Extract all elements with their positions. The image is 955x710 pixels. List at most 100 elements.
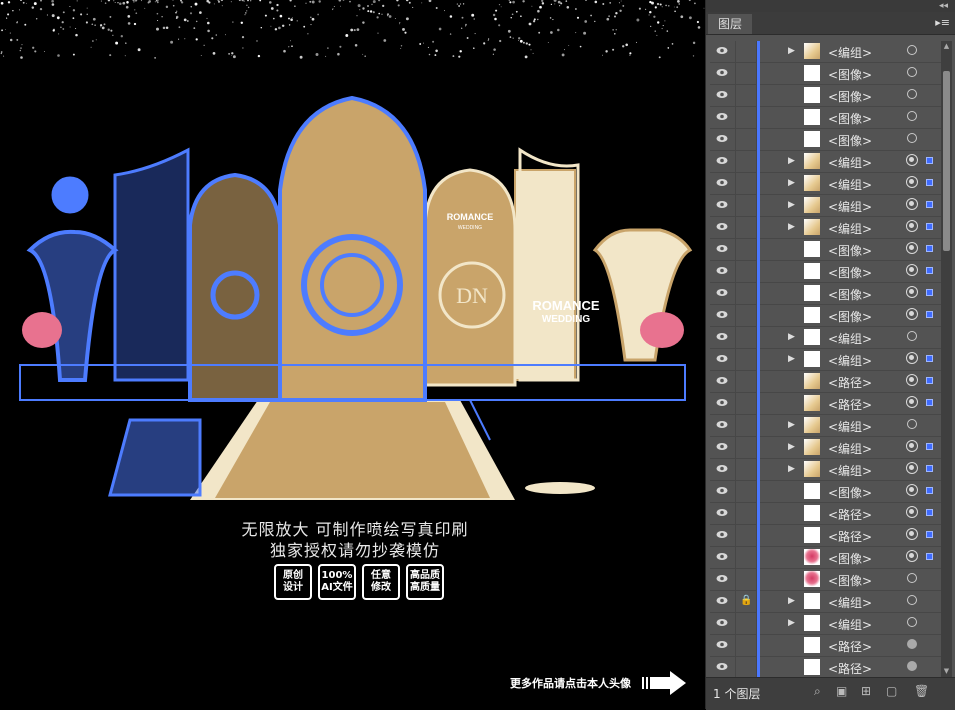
layer-row[interactable]: ▶ <编组> [710,349,941,371]
layer-row[interactable]: ▶ <编组> [710,459,941,481]
visibility-eye-icon[interactable] [716,574,728,583]
target-circle-icon[interactable] [906,220,918,232]
target-circle-icon[interactable] [906,396,918,408]
lock-toggle[interactable] [735,569,757,590]
layer-name[interactable]: <路径> [828,528,872,545]
target-circle-icon[interactable] [906,242,918,254]
lock-toggle[interactable] [735,195,757,216]
layer-row[interactable]: <图像> [710,283,941,305]
layer-name[interactable]: <编组> [828,176,872,193]
visibility-eye-icon[interactable] [716,332,728,341]
layer-name[interactable]: <路径> [828,660,872,677]
visibility-eye-icon[interactable] [716,178,728,187]
layer-row[interactable]: <路径> [710,525,941,547]
layer-name[interactable]: <图像> [828,66,872,83]
lock-toggle[interactable] [735,415,757,436]
create-sublayer-icon[interactable]: ⊞ [861,684,871,698]
lock-toggle[interactable] [735,371,757,392]
layer-name[interactable]: <编组> [828,418,872,435]
lock-toggle[interactable]: 🔒 [735,591,757,612]
layer-row[interactable]: <路径> [710,393,941,415]
target-circle-icon[interactable] [906,506,918,518]
delete-layer-icon[interactable]: 🗑 [914,684,929,698]
layer-name[interactable]: <编组> [828,352,872,369]
layer-list[interactable]: ▶ <编组> <图像> <图像> <图像> <图像> ▶ <编组> ▶ <编组> ▶ <编组> ▶ <编组… [710,41,941,677]
target-circle-icon[interactable] [906,264,918,276]
selection-indicator[interactable] [926,377,933,384]
target-circle-icon[interactable] [907,639,917,649]
target-circle-icon[interactable] [906,440,918,452]
expand-triangle-icon[interactable]: ▶ [788,442,795,452]
layer-name[interactable]: <编组> [828,330,872,347]
layer-name[interactable]: <图像> [828,308,872,325]
target-circle-icon[interactable] [907,595,917,605]
layer-row[interactable]: <图像> [710,569,941,591]
layer-row[interactable]: <图像> [710,305,941,327]
target-circle-icon[interactable] [906,352,918,364]
lock-toggle[interactable] [735,283,757,304]
layer-name[interactable]: <编组> [828,462,872,479]
visibility-eye-icon[interactable] [716,662,728,671]
scroll-up-icon[interactable]: ▲ [941,41,952,52]
selection-indicator[interactable] [926,289,933,296]
target-circle-icon[interactable] [906,286,918,298]
layer-name[interactable]: <图像> [828,88,872,105]
layer-name[interactable]: <编组> [828,198,872,215]
visibility-eye-icon[interactable] [716,134,728,143]
lock-toggle[interactable] [735,107,757,128]
layer-name[interactable]: <编组> [828,44,872,61]
visibility-eye-icon[interactable] [716,618,728,627]
selection-indicator[interactable] [926,267,933,274]
lock-toggle[interactable] [735,261,757,282]
scroll-down-icon[interactable]: ▼ [941,666,952,677]
expand-triangle-icon[interactable]: ▶ [788,332,795,342]
lock-toggle[interactable] [735,349,757,370]
visibility-eye-icon[interactable] [716,288,728,297]
layer-row[interactable]: ▶<编组> [710,613,941,635]
layer-name[interactable]: <编组> [828,220,872,237]
collapse-panel-icon[interactable]: ◂◂ [939,0,948,12]
layer-list-scrollbar[interactable]: ▲ ▼ [941,41,952,677]
lock-toggle[interactable] [735,635,757,656]
selection-indicator[interactable] [926,399,933,406]
layer-name[interactable]: <图像> [828,572,872,589]
expand-triangle-icon[interactable]: ▶ [788,222,795,232]
selection-indicator[interactable] [926,223,933,230]
lock-toggle[interactable] [735,217,757,238]
target-circle-icon[interactable] [907,331,917,341]
expand-triangle-icon[interactable]: ▶ [788,46,795,56]
target-circle-icon[interactable] [907,45,917,55]
layer-row[interactable]: <路径> [710,371,941,393]
layer-row[interactable]: ▶ <编组> [710,195,941,217]
target-circle-icon[interactable] [906,154,918,166]
expand-triangle-icon[interactable]: ▶ [788,200,795,210]
visibility-eye-icon[interactable] [716,310,728,319]
selection-indicator[interactable] [926,531,933,538]
target-circle-icon[interactable] [906,176,918,188]
target-circle-icon[interactable] [907,111,917,121]
lock-toggle[interactable] [735,327,757,348]
layer-row[interactable]: <图像> [710,261,941,283]
lock-toggle[interactable] [735,459,757,480]
visibility-eye-icon[interactable] [716,222,728,231]
layer-row[interactable]: ▶ <编组> [710,41,941,63]
tab-layers[interactable]: 图层 [708,14,752,34]
expand-triangle-icon[interactable]: ▶ [788,464,795,474]
layer-name[interactable]: <图像> [828,110,872,127]
selection-indicator[interactable] [926,201,933,208]
visibility-eye-icon[interactable] [716,112,728,121]
layer-name[interactable]: <图像> [828,286,872,303]
lock-toggle[interactable] [735,305,757,326]
expand-triangle-icon[interactable]: ▶ [788,354,795,364]
selection-indicator[interactable] [926,355,933,362]
make-clipping-mask-icon[interactable]: ▣ [836,684,847,698]
layer-name[interactable]: <图像> [828,264,872,281]
lock-toggle[interactable] [735,481,757,502]
layer-row[interactable]: <路径> [710,635,941,657]
selection-indicator[interactable] [926,465,933,472]
layer-name[interactable]: <图像> [828,242,872,259]
selection-indicator[interactable] [926,157,933,164]
selection-indicator[interactable] [926,487,933,494]
selection-indicator[interactable] [926,553,933,560]
visibility-eye-icon[interactable] [716,376,728,385]
